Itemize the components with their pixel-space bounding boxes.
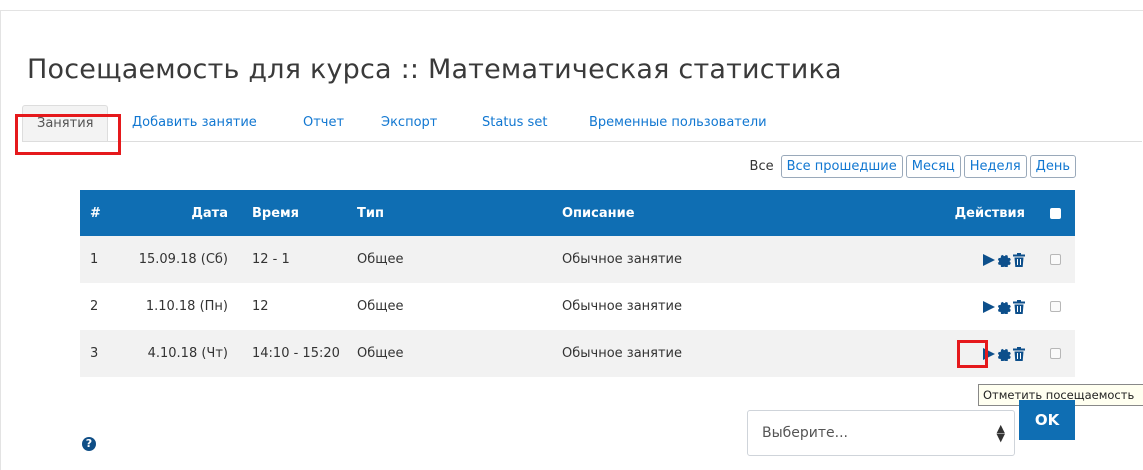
tab-status-set[interactable]: Status set [482,105,547,141]
tab-bar: Занятия Добавить занятие Отчет Экспорт S… [22,105,1142,145]
tab-divider [22,141,1142,142]
row-actions [900,330,1025,377]
filter-month-button[interactable]: Месяц [905,154,961,178]
header-time: Время [252,205,300,221]
trash-icon[interactable] [1013,346,1025,361]
row-select [1040,283,1070,330]
row-time: 14:10 - 15:20 [252,346,340,361]
filter-all-past-button[interactable]: Все прошедшие [780,154,903,178]
row-date: 4.10.18 (Чт) [147,346,228,361]
header-actions: Действия [954,205,1025,221]
row-type: Общее [357,252,404,267]
select-arrows-icon: ▲ ▼ [996,422,1005,444]
play-icon[interactable] [983,300,995,313]
filter-day-button[interactable]: День [1029,154,1076,178]
row-description: Обычное занятие [562,299,682,314]
row-actions [900,283,1025,330]
table-row: 1 15.09.18 (Сб) 12 - 1 Общее Обычное зан… [80,236,1075,283]
header-date[interactable]: Дата [120,190,228,236]
gear-icon[interactable] [997,253,1011,267]
header-description: Описание [562,205,635,221]
ok-button[interactable]: OK [1019,400,1075,440]
tab-report[interactable]: Отчет [303,105,344,141]
row-type: Общее [357,299,404,314]
gear-icon[interactable] [997,300,1011,314]
help-icon[interactable]: ? [82,437,96,451]
page-title: Посещаемость для курса :: Математическая… [27,54,842,86]
tab-export[interactable]: Экспорт [381,105,437,141]
filter-all[interactable]: Все [750,159,774,174]
row-date: 1.10.18 (Пн) [145,299,228,314]
tab-temp-users[interactable]: Временные пользователи [589,105,767,141]
row-actions [900,236,1025,283]
row-type: Общее [357,346,404,361]
bulk-action-select[interactable]: Выберите... ▲ ▼ [747,410,1015,456]
bulk-action-select-value: Выберите... [762,425,849,441]
header-select-all [1040,190,1070,236]
row-num: 1 [90,252,99,267]
tab-add-session[interactable]: Добавить занятие [132,105,257,141]
trash-icon[interactable] [1013,299,1025,314]
play-icon[interactable] [983,253,995,266]
tab-sessions[interactable]: Занятия [22,105,109,142]
table-row: 2 1.10.18 (Пн) 12 Общее Обычное занятие [80,283,1075,330]
select-all-checkbox[interactable] [1049,207,1061,219]
row-description: Обычное занятие [562,252,682,267]
row-time: 12 - 1 [252,252,290,267]
table-row: 3 4.10.18 (Чт) 14:10 - 15:20 Общее Обычн… [80,330,1075,377]
play-icon[interactable] [983,347,995,360]
period-filter: Все Все прошедшие Месяц Неделя День [750,152,1076,180]
row-checkbox[interactable] [1049,301,1061,312]
gear-icon[interactable] [997,347,1011,361]
row-date: 15.09.18 (Сб) [138,252,228,267]
header-num: # [90,205,101,221]
row-checkbox[interactable] [1049,254,1061,265]
row-time: 12 [252,299,269,314]
header-type: Тип [357,205,384,221]
row-num: 3 [90,346,99,361]
table-header: # Дата Время Тип Описание Действия [80,190,1075,236]
filter-week-button[interactable]: Неделя [963,154,1027,178]
row-checkbox[interactable] [1049,348,1061,359]
trash-icon[interactable] [1013,252,1025,267]
row-select [1040,236,1070,283]
sessions-table: # Дата Время Тип Описание Действия 1 15.… [80,190,1075,377]
row-num: 2 [90,299,99,314]
row-description: Обычное занятие [562,346,682,361]
row-select [1040,330,1070,377]
